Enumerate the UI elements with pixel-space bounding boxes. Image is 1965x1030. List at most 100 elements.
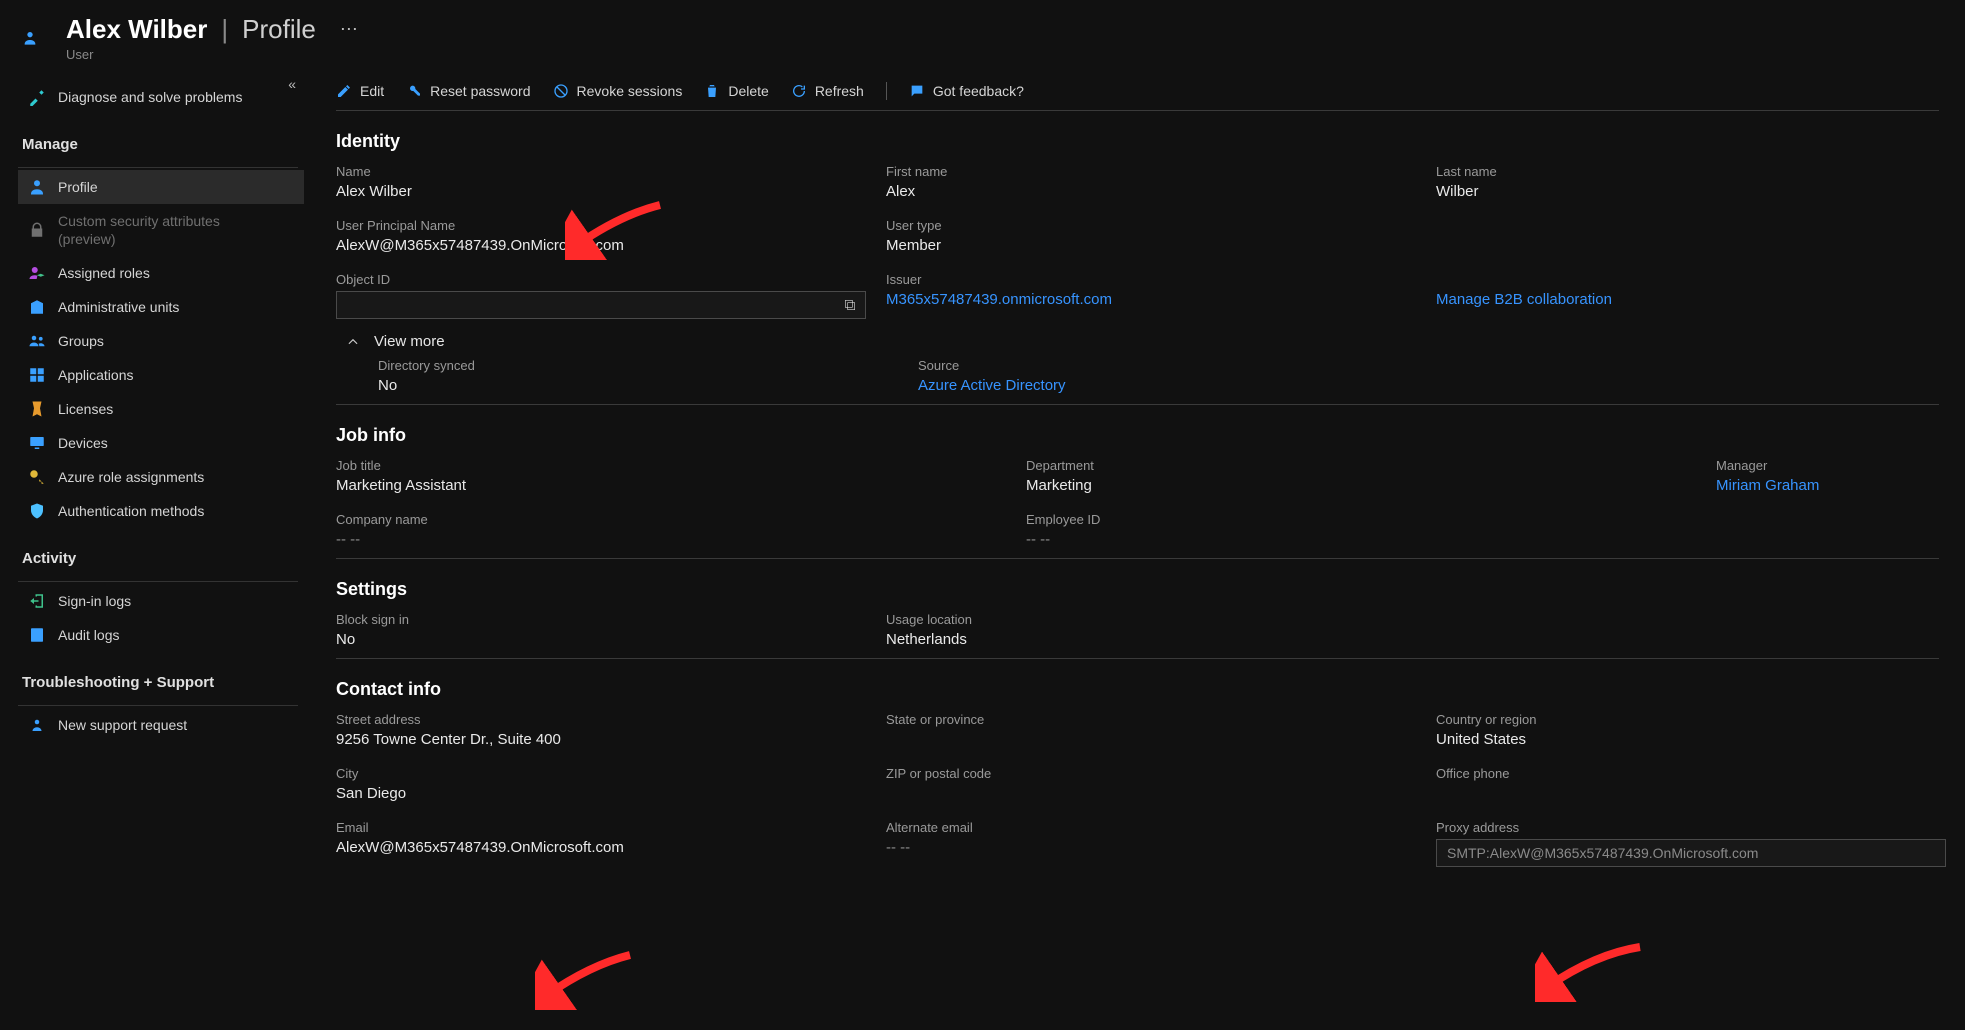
sidebar-item-applications[interactable]: Applications <box>18 358 304 392</box>
field-label: First name <box>886 164 1436 179</box>
sidebar-item-devices[interactable]: Devices <box>18 426 304 460</box>
sidebar-item-licenses[interactable]: Licenses <box>18 392 304 426</box>
field-usage-location: Usage location Netherlands <box>886 612 1939 648</box>
sidebar-item-label: Administrative units <box>58 299 179 315</box>
sidebar-item-audit-logs[interactable]: Audit logs <box>18 618 304 652</box>
field-label: City <box>336 766 886 781</box>
sidebar-item-label: Custom security attributes (preview) <box>58 212 268 248</box>
building-icon <box>28 298 46 316</box>
feedback-button[interactable]: Got feedback? <box>909 83 1024 99</box>
field-value: Alex <box>886 183 1436 200</box>
sidebar-item-label: Authentication methods <box>58 503 204 519</box>
object-id-box[interactable] <box>336 291 866 319</box>
field-b2b: Manage B2B collaboration <box>1436 272 1939 319</box>
more-menu-button[interactable]: ⋯ <box>340 19 358 40</box>
revoke-sessions-button[interactable]: Revoke sessions <box>553 83 683 99</box>
sidebar-item-label: Diagnose and solve problems <box>58 89 242 105</box>
lock-icon <box>28 221 46 239</box>
delete-button[interactable]: Delete <box>704 83 768 99</box>
manager-link[interactable]: Miriam Graham <box>1716 477 1939 494</box>
license-icon <box>28 400 46 418</box>
field-label: Block sign in <box>336 612 886 627</box>
field-value: Alex Wilber <box>336 183 886 200</box>
sidebar-item-administrative-units[interactable]: Administrative units <box>18 290 304 324</box>
field-label: Office phone <box>1436 766 1946 781</box>
field-label: Object ID <box>336 272 886 287</box>
field-proxy: Proxy address SMTP:AlexW@M365x57487439.O… <box>1436 820 1946 867</box>
field-value: Marketing <box>1026 477 1716 494</box>
sidebar-item-profile[interactable]: Profile <box>18 170 304 204</box>
field-label: Alternate email <box>886 820 1436 835</box>
field-office-phone: Office phone <box>1436 766 1946 802</box>
field-value: -- -- <box>1026 531 1716 548</box>
sidebar-item-diagnose[interactable]: Diagnose and solve problems <box>18 80 304 114</box>
view-more-toggle[interactable]: View more <box>346 333 1939 350</box>
field-value: -- -- <box>336 531 1026 548</box>
field-company: Company name -- -- <box>336 512 1026 548</box>
field-manager: Manager Miriam Graham <box>1716 458 1939 494</box>
toolbar-label: Refresh <box>815 83 864 99</box>
group-icon <box>28 332 46 350</box>
section-divider <box>336 404 1939 405</box>
field-value: -- -- <box>886 839 1436 856</box>
field-label: Department <box>1026 458 1716 473</box>
issuer-link[interactable]: M365x57487439.onmicrosoft.com <box>886 291 1436 308</box>
field-value: No <box>378 377 918 394</box>
field-label: Directory synced <box>378 358 918 373</box>
sidebar-item-label: New support request <box>58 717 187 733</box>
section-divider <box>336 558 1939 559</box>
shield-icon <box>28 502 46 520</box>
sidebar-item-label: Assigned roles <box>58 265 150 281</box>
edit-button[interactable]: Edit <box>336 83 384 99</box>
device-icon <box>28 434 46 452</box>
sidebar-item-signin-logs[interactable]: Sign-in logs <box>18 584 304 618</box>
field-first-name: First name Alex <box>886 164 1436 200</box>
proxy-box[interactable]: SMTP:AlexW@M365x57487439.OnMicrosoft.com <box>1436 839 1946 867</box>
sidebar-item-groups[interactable]: Groups <box>18 324 304 358</box>
section-divider <box>336 658 1939 659</box>
user-avatar-icon <box>22 23 52 53</box>
toolbar-label: Revoke sessions <box>577 83 683 99</box>
field-label: Email <box>336 820 886 835</box>
sidebar-item-label: Profile <box>58 179 98 195</box>
role-icon <box>28 264 46 282</box>
toolbar: Edit Reset password Revoke sessions Dele… <box>336 72 1939 111</box>
field-name: Name Alex Wilber <box>336 164 886 200</box>
field-label: Employee ID <box>1026 512 1716 527</box>
field-label: ZIP or postal code <box>886 766 1436 781</box>
toolbar-label: Got feedback? <box>933 83 1024 99</box>
field-label: Country or region <box>1436 712 1946 727</box>
reset-password-button[interactable]: Reset password <box>406 83 530 99</box>
field-label: User Principal Name <box>336 218 886 233</box>
field-state: State or province <box>886 712 1436 748</box>
field-value: San Diego <box>336 785 886 802</box>
sidebar-item-new-support-request[interactable]: New support request <box>18 708 304 742</box>
sidebar-section-troubleshooting: Troubleshooting + Support <box>18 652 304 699</box>
source-link[interactable]: Azure Active Directory <box>918 377 1939 394</box>
refresh-button[interactable]: Refresh <box>791 83 864 99</box>
field-label: Last name <box>1436 164 1939 179</box>
field-value: Member <box>886 237 1436 254</box>
sidebar-item-authentication-methods[interactable]: Authentication methods <box>18 494 304 528</box>
field-value: AlexW@M365x57487439.OnMicrosoft.com <box>336 839 886 856</box>
field-directory-synced: Directory synced No <box>378 358 918 394</box>
sidebar-item-label: Devices <box>58 435 108 451</box>
copy-icon[interactable] <box>843 298 857 312</box>
field-last-name: Last name Wilber <box>1436 164 1939 200</box>
section-title-settings: Settings <box>336 579 1939 600</box>
sidebar-item-azure-role-assignments[interactable]: Azure role assignments <box>18 460 304 494</box>
sidebar-item-label: Licenses <box>58 401 113 417</box>
b2b-link[interactable]: Manage B2B collaboration <box>1436 291 1939 308</box>
field-value: Netherlands <box>886 631 1939 648</box>
field-label: Proxy address <box>1436 820 1946 835</box>
collapse-sidebar-button[interactable]: « <box>288 76 296 92</box>
field-value: United States <box>1436 731 1946 748</box>
sidebar-item-custom-security-attributes[interactable]: Custom security attributes (preview) <box>18 204 304 256</box>
person-icon <box>28 178 46 196</box>
sidebar-item-assigned-roles[interactable]: Assigned roles <box>18 256 304 290</box>
field-label: User type <box>886 218 1436 233</box>
page-title-name: Alex Wilber <box>66 14 207 45</box>
field-label: Source <box>918 358 1939 373</box>
section-title-jobinfo: Job info <box>336 425 1939 446</box>
annotation-arrow <box>535 950 635 1010</box>
